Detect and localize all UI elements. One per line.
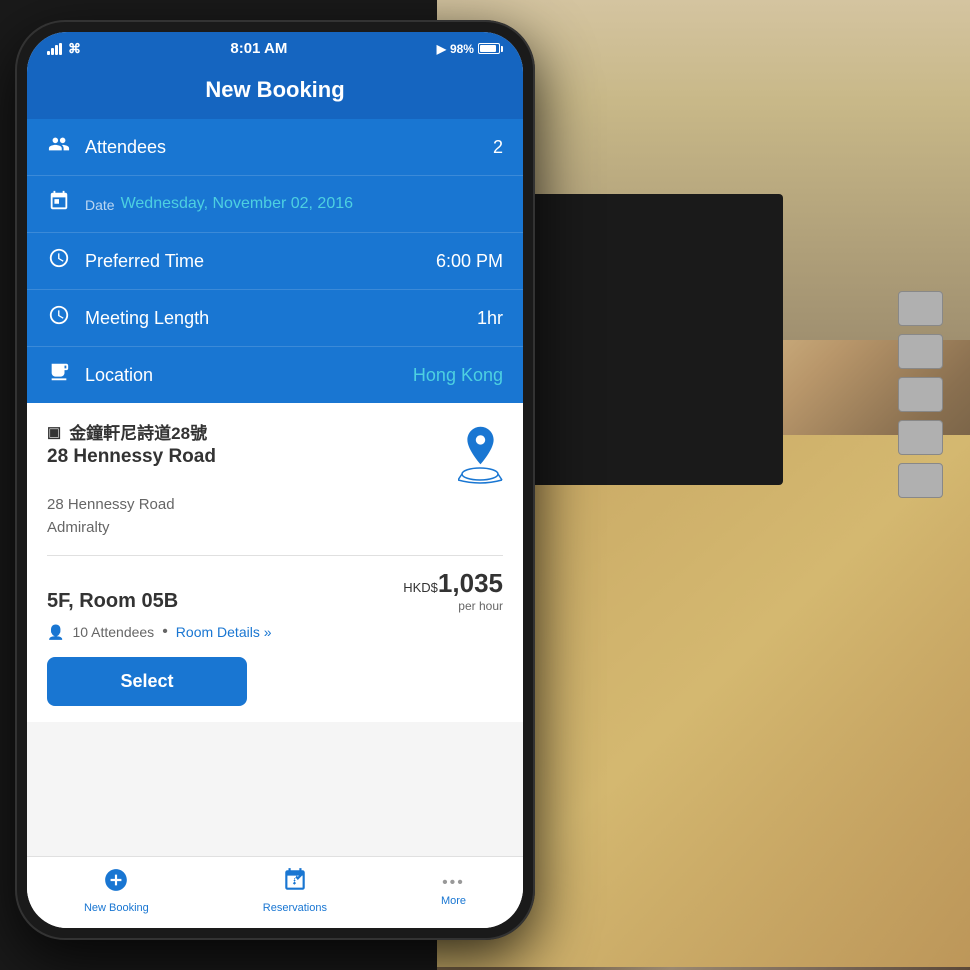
content-area: ▣ 金鐘軒尼詩道28號 28 Hennessy Road: [27, 403, 523, 856]
room-details-row: 5F, Room 05B HKD$1,035 per hour: [47, 568, 503, 613]
reservations-nav-label: Reservations: [263, 902, 327, 914]
phone-screen: ⌘ 8:01 AM ▶ 98% New Booking: [27, 32, 523, 928]
chair-1: [898, 291, 943, 326]
chair-3: [898, 377, 943, 412]
page-title: New Booking: [43, 77, 507, 103]
new-booking-nav-label: New Booking: [84, 902, 149, 914]
status-right: ▶ 98%: [437, 42, 503, 56]
price-currency: HKD$: [403, 580, 438, 595]
battery-icon: [478, 43, 503, 54]
battery-percent: 98%: [450, 42, 474, 56]
signal-icon: [47, 43, 62, 55]
meeting-length-row[interactable]: Meeting Length 1hr: [27, 290, 523, 347]
status-bar: ⌘ 8:01 AM ▶ 98%: [27, 32, 523, 65]
room-address: 28 Hennessy Road Admiralty: [47, 494, 503, 539]
attendees-icon: [47, 133, 71, 161]
new-booking-nav-icon: [103, 867, 129, 899]
date-value: Wednesday, November 02, 2016: [121, 195, 503, 213]
preferred-time-value: 6:00 PM: [436, 251, 503, 272]
attendees-row[interactable]: Attendees 2: [27, 119, 523, 176]
location-value: Hong Kong: [413, 365, 503, 386]
room-header: ▣ 金鐘軒尼詩道28號 28 Hennessy Road: [47, 419, 503, 486]
meeting-length-value: 1hr: [477, 308, 503, 329]
new-booking-nav-item[interactable]: New Booking: [84, 867, 149, 914]
price-amount: 1,035: [438, 568, 503, 598]
preferred-time-label: Preferred Time: [85, 251, 436, 272]
status-time: 8:01 AM: [230, 40, 287, 57]
attendees-value: 2: [493, 137, 503, 158]
location-label: Location: [85, 365, 413, 386]
room-building-icon: ▣: [47, 423, 61, 441]
calendar-icon: [47, 190, 71, 218]
preferred-time-row[interactable]: Preferred Time 6:00 PM: [27, 233, 523, 290]
attendees-small-icon: 👤: [47, 624, 64, 641]
room-title-section: ▣ 金鐘軒尼詩道28號 28 Hennessy Road: [47, 419, 458, 468]
location-icon: [47, 361, 71, 389]
map-pin-icon[interactable]: [458, 423, 503, 486]
meeting-length-label: Meeting Length: [85, 308, 477, 329]
room-details-link[interactable]: Room Details »: [176, 624, 272, 640]
room-divider: [47, 555, 503, 556]
phone-frame: ⌘ 8:01 AM ▶ 98% New Booking: [15, 20, 535, 940]
reservations-nav-item[interactable]: Reservations: [263, 867, 327, 914]
room-meta: 👤 10 Attendees • Room Details »: [47, 623, 503, 641]
room-english-name: 28 Hennessy Road: [47, 446, 458, 468]
chairs: [898, 291, 943, 498]
reservations-nav-icon: [282, 867, 308, 899]
more-dots-icon: •••: [442, 874, 465, 892]
chair-2: [898, 334, 943, 369]
more-nav-label: More: [441, 895, 466, 907]
chair-4: [898, 420, 943, 455]
booking-form: Attendees 2 Date Wednesday, November 02,…: [27, 119, 523, 403]
status-left: ⌘: [47, 41, 81, 57]
room-card: ▣ 金鐘軒尼詩道28號 28 Hennessy Road: [27, 403, 523, 722]
room-attendees-count: 10 Attendees: [72, 624, 154, 640]
room-chinese-name: ▣ 金鐘軒尼詩道28號: [47, 419, 458, 444]
bottom-nav: New Booking Reservations ••• More: [27, 856, 523, 928]
location-arrow-icon: ▶: [437, 42, 446, 56]
more-nav-item[interactable]: ••• More: [441, 874, 466, 907]
meeting-length-icon: [47, 304, 71, 332]
attendees-label: Attendees: [85, 137, 493, 158]
date-row[interactable]: Date Wednesday, November 02, 2016: [27, 176, 523, 233]
date-prefix-label: Date: [85, 194, 115, 215]
clock-icon: [47, 247, 71, 275]
room-price: HKD$1,035 per hour: [403, 568, 503, 613]
select-button[interactable]: Select: [47, 657, 247, 706]
nav-header: New Booking: [27, 65, 523, 119]
price-unit: per hour: [403, 599, 503, 613]
dot-separator: •: [162, 623, 168, 641]
wifi-icon: ⌘: [68, 41, 81, 57]
room-number: 5F, Room 05B: [47, 590, 178, 613]
chair-5: [898, 463, 943, 498]
location-row[interactable]: Location Hong Kong: [27, 347, 523, 403]
